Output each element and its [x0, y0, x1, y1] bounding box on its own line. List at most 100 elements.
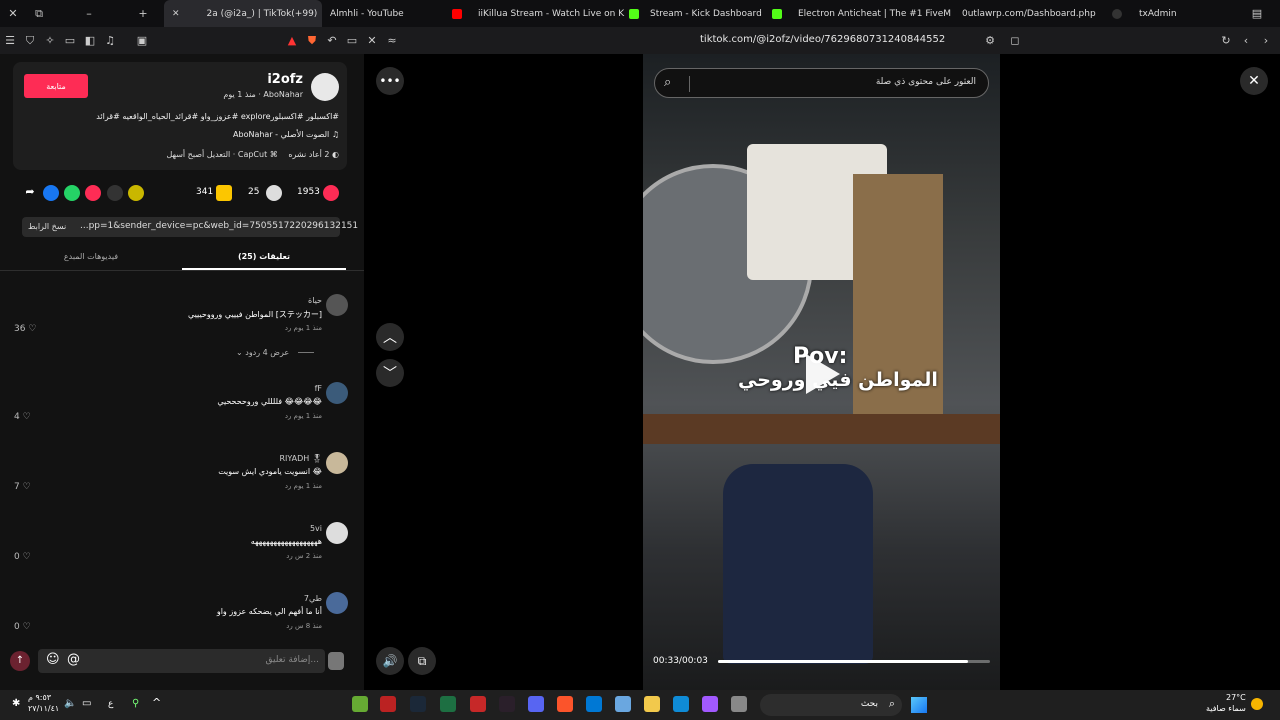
taskbar-app-icon[interactable]	[470, 696, 486, 712]
share-arrow-icon[interactable]: ➦	[22, 185, 38, 201]
shield-icon[interactable]: ⛉	[20, 34, 40, 48]
picture-in-picture-button[interactable]: ⧉	[408, 647, 436, 675]
tab-comments[interactable]: تعليقات (25)	[182, 252, 346, 270]
bookmark-icon[interactable]	[216, 185, 232, 201]
search-box[interactable]: ⌕ العثور على محتوى ذي صلة	[654, 68, 989, 98]
commenter-name[interactable]: حياة	[308, 296, 322, 305]
tab-youtube[interactable]: Almhli - YouTube	[322, 0, 470, 27]
mention-icon[interactable]: @	[67, 652, 80, 667]
previous-video-button[interactable]: ︿	[376, 323, 404, 351]
extensions-icon[interactable]: ✧	[40, 34, 60, 47]
url-text[interactable]: tiktok.com/@i2ofz/video/7629680731240844…	[700, 34, 945, 45]
comment-like[interactable]: 0 ♡	[14, 552, 31, 562]
microphone-icon[interactable]: ⚲	[132, 698, 139, 709]
comment-meta[interactable]: منذ 1 يوم رد	[285, 412, 322, 420]
back-icon[interactable]: ‹	[1236, 34, 1256, 47]
taskbar-app-icon[interactable]	[440, 696, 456, 712]
clock-time[interactable]: ٩:٥٣ م	[28, 693, 51, 702]
more-options-button[interactable]: •••	[376, 67, 404, 95]
tab-creator-videos[interactable]: فيديوهات المبدع	[0, 252, 182, 261]
commenter-name[interactable]: RIYADH 🎖	[279, 454, 322, 463]
share-link-text[interactable]: ...pp=1&sender_device=pc&web_id=75055172…	[80, 221, 358, 231]
post-comment-button[interactable]: ↑	[10, 651, 30, 671]
cast-icon[interactable]: ▭	[342, 34, 362, 47]
commenter-name[interactable]: 5vi	[310, 524, 322, 533]
author-avatar[interactable]	[311, 73, 339, 101]
comment-input[interactable]: ☺ @ إضافة تعليق...	[38, 649, 325, 673]
weather-temp[interactable]: 27°C	[1226, 693, 1246, 702]
post-sound[interactable]: ♫ الصوت الأصلي - AboNahar	[39, 130, 339, 139]
taskbar-app-icon[interactable]	[528, 696, 544, 712]
video-player[interactable]: ⌕ العثور على محتوى ذي صلة Pov: المواطن ف…	[643, 54, 1000, 690]
volume-button[interactable]: 🔊	[376, 647, 404, 675]
taskbar-app-icon[interactable]	[615, 696, 631, 712]
network-icon[interactable]: ▭	[82, 698, 91, 709]
gift-icon[interactable]	[128, 185, 144, 201]
tab-tiktok[interactable]: ✕ 2a (@i2a_) | TikTok(+99)	[164, 0, 322, 27]
comment-like[interactable]: 7 ♡	[14, 482, 31, 492]
commenter-name[interactable]: fF	[315, 384, 322, 393]
comment-like[interactable]: 0 ♡	[14, 622, 31, 632]
search-box[interactable]: بحث ⌕	[760, 694, 902, 716]
weather-icon[interactable]	[1251, 698, 1263, 710]
minimize-icon[interactable]: –	[76, 7, 102, 20]
commenter-avatar[interactable]	[326, 382, 348, 404]
view-replies-button[interactable]: ⌄ عرض 4 ردود	[236, 348, 314, 357]
taskbar-app-icon[interactable]	[352, 696, 368, 712]
new-tab-icon[interactable]: +	[130, 7, 156, 20]
comment-meta[interactable]: منذ 8 س رد	[286, 622, 322, 630]
copy-link-button[interactable]: نسخ الرابط	[28, 222, 66, 231]
comment-meta[interactable]: منذ 1 يوم رد	[285, 482, 322, 490]
tab-kick-stream[interactable]: iiKillua Stream - Watch Live on K	[470, 0, 642, 27]
facebook-icon[interactable]	[43, 185, 59, 201]
taskbar-app-icon[interactable]	[586, 696, 602, 712]
notification-icon[interactable]: ✱	[12, 698, 20, 709]
comment-icon[interactable]	[266, 185, 282, 201]
embed-icon[interactable]	[107, 185, 123, 201]
tab-outlaw[interactable]: 0utlawrp.com/Dashboard.php	[954, 0, 1104, 27]
follow-button[interactable]: متابعة	[24, 74, 88, 98]
leo-icon[interactable]: ≈	[382, 34, 402, 47]
translate-icon[interactable]: ✕	[362, 34, 382, 47]
clock-date[interactable]: ٢٧/١١/٤١	[28, 704, 59, 713]
comment-meta[interactable]: منذ 2 س رد	[286, 552, 322, 560]
capcut-text[interactable]: CapCut · التعديل أصبح أسهل	[166, 150, 267, 159]
taskbar-app-icon[interactable]	[673, 696, 689, 712]
language-indicator[interactable]: ع	[108, 699, 113, 709]
taskbar-app-icon[interactable]	[499, 696, 515, 712]
brave-rewards-icon[interactable]: ▲	[282, 34, 302, 47]
commenter-name[interactable]: طي7	[304, 594, 322, 603]
taskbar-app-icon[interactable]	[731, 696, 747, 712]
close-icon[interactable]: ✕	[0, 7, 26, 20]
play-icon[interactable]	[806, 354, 840, 394]
heart-icon[interactable]	[323, 185, 339, 201]
bookmark-icon[interactable]: ◻	[1005, 34, 1025, 47]
screenshot-icon[interactable]: ▣	[132, 34, 152, 47]
comment-meta[interactable]: منذ 1 يوم رد	[285, 324, 322, 332]
taskbar-app-icon[interactable]	[644, 696, 660, 712]
tray-expand-icon[interactable]: ^	[152, 696, 161, 709]
wallet-icon[interactable]: ▭	[60, 34, 80, 47]
brave-shields-icon[interactable]: ⛊	[302, 34, 322, 48]
tab-electron[interactable]: Electron Anticheat | The #1 FiveM A	[790, 0, 954, 27]
speaker-icon[interactable]: 🔈	[64, 698, 76, 709]
progress-track[interactable]	[718, 660, 990, 663]
next-video-button[interactable]: ﹀	[376, 359, 404, 387]
commenter-avatar[interactable]	[326, 294, 348, 316]
music-icon[interactable]: ♫	[100, 34, 120, 47]
weather-text[interactable]: سماء صافية	[1206, 704, 1246, 713]
telegram-icon[interactable]	[85, 185, 101, 201]
tab-kick-dashboard[interactable]: Stream - Kick Dashboard	[642, 0, 790, 27]
restore-icon[interactable]: ⧉	[26, 7, 52, 21]
post-hashtags[interactable]: #اكسبلور #اكسبلورexplore #عزوز_واو #قرائ…	[19, 112, 339, 121]
tab-list-icon[interactable]: ▤	[1244, 7, 1270, 20]
sidebar-icon[interactable]: ◧	[80, 34, 100, 47]
emoji-icon[interactable]: ☺	[46, 652, 60, 667]
author-username[interactable]: i2ofz	[267, 72, 303, 87]
menu-icon[interactable]: ☰	[0, 34, 20, 47]
commenter-avatar[interactable]	[326, 522, 348, 544]
close-video-button[interactable]: ✕	[1240, 67, 1268, 95]
whatsapp-icon[interactable]	[64, 185, 80, 201]
reload-icon[interactable]: ↻	[1216, 34, 1236, 47]
comment-like[interactable]: 4 ♡	[14, 412, 31, 422]
